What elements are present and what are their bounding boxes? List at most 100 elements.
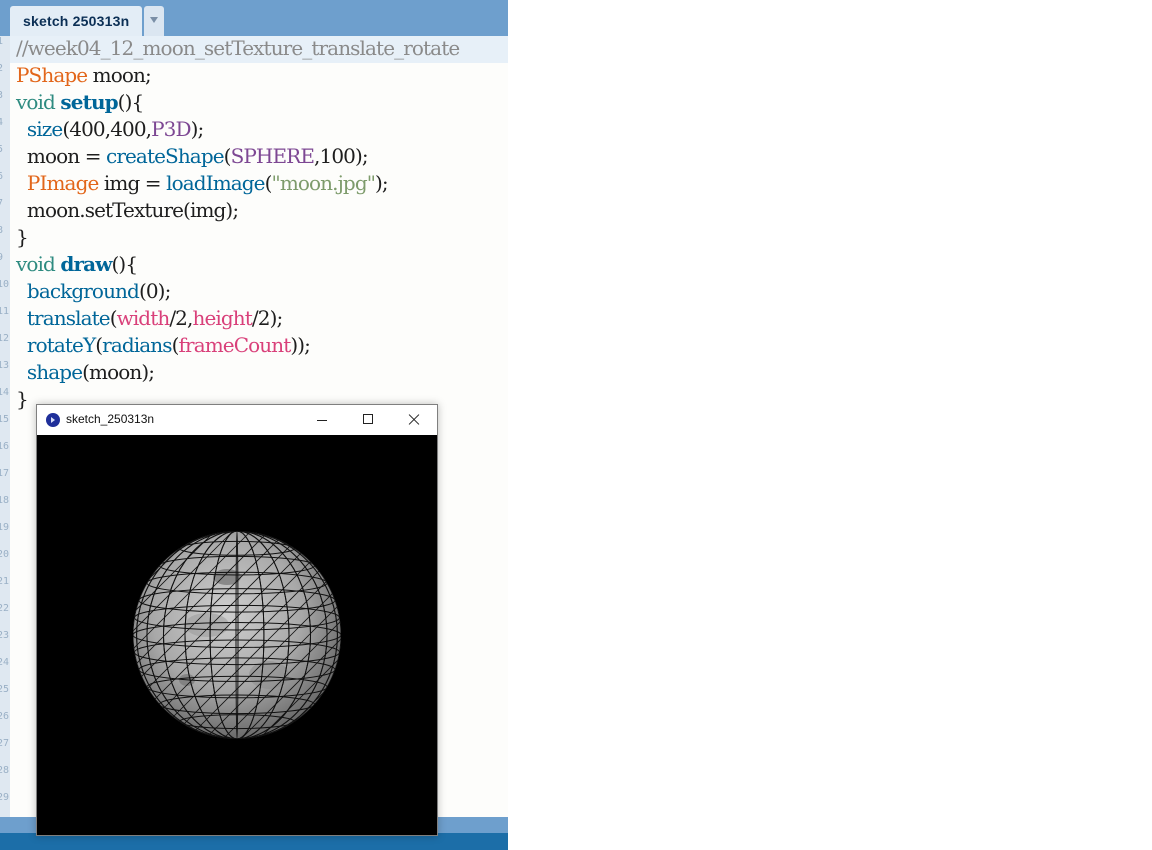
line-number: 8 (0, 225, 4, 236)
function-name: setup (60, 90, 118, 114)
code-line: //week04_12_moon_setTexture_translate_ro… (16, 36, 460, 63)
function-token: radians (102, 333, 172, 357)
keyword-token: void (16, 252, 56, 276)
moon-sphere (133, 531, 341, 739)
function-token: size (26, 117, 63, 141)
tab-menu-button[interactable] (144, 6, 164, 36)
window-title: sketch_250313n (66, 412, 155, 426)
line-number: 11 (0, 306, 10, 317)
line-number: 9 (0, 252, 4, 263)
line-number: 1 (0, 36, 4, 47)
sketch-canvas[interactable] (37, 435, 437, 835)
constant-token: SPHERE (230, 144, 315, 168)
code-text: ( (109, 306, 118, 330)
code-text: moon; (87, 63, 152, 87)
function-token: rotateY (26, 333, 96, 357)
line-number: 21 (0, 576, 10, 587)
code-text: img = (98, 171, 167, 195)
window-title-bar[interactable]: sketch_250313n (37, 405, 437, 435)
code-text: ( (223, 144, 232, 168)
code-text: ,100); (314, 144, 369, 168)
constant-token: P3D (151, 117, 191, 141)
code-line: } (16, 225, 29, 252)
string-token: "moon.jpg" (271, 171, 376, 195)
line-number: 29 (0, 792, 10, 803)
code-line: moon = createShape(SPHERE,100); (16, 144, 369, 171)
line-number: 12 (0, 333, 10, 344)
line-number: 28 (0, 765, 10, 776)
function-name: draw (60, 252, 112, 276)
tab-bar: sketch 250313n (0, 0, 508, 36)
function-token: background (26, 279, 140, 303)
line-number: 22 (0, 603, 10, 614)
line-number: 16 (0, 441, 10, 452)
function-token: translate (26, 306, 111, 330)
type-token: PImage (26, 171, 99, 195)
code-line: PShape moon; (16, 63, 152, 90)
keyword-token: void (16, 90, 56, 114)
processing-app-icon (46, 413, 60, 427)
line-number: 13 (0, 360, 10, 371)
code-text: ( (171, 333, 180, 357)
code-text: /2, (169, 306, 193, 330)
code-line: translate(width/2,height/2); (16, 306, 283, 333)
code-line: rotateY(radians(frameCount)); (16, 333, 311, 360)
tab-sketch[interactable]: sketch 250313n (10, 6, 142, 36)
code-text: } (16, 225, 29, 249)
line-number: 26 (0, 711, 10, 722)
line-number: 19 (0, 522, 10, 533)
code-text: ); (375, 171, 389, 195)
line-number: 18 (0, 495, 10, 506)
chevron-down-icon (150, 17, 158, 23)
line-number: 25 (0, 684, 10, 695)
tab-label: sketch 250313n (23, 13, 130, 29)
line-number: 2 (0, 63, 4, 74)
line-number: 5 (0, 144, 4, 155)
line-number: 7 (0, 198, 4, 209)
code-line: } (16, 387, 29, 414)
type-token: PShape (16, 63, 88, 87)
sketch-window[interactable]: sketch_250313n (36, 404, 438, 836)
minimize-button[interactable] (300, 405, 346, 435)
line-number: 3 (0, 90, 4, 101)
code-text: (400,400, (62, 117, 152, 141)
maximize-icon (363, 414, 373, 424)
moon-render (133, 531, 341, 739)
code-line: moon.setTexture(img); (16, 198, 239, 225)
code-text: /2); (251, 306, 283, 330)
line-number: 4 (0, 117, 4, 128)
code-text: } (16, 387, 29, 411)
builtin-variable-token: frameCount (178, 333, 292, 357)
function-token: shape (26, 360, 83, 384)
code-line: shape(moon); (16, 360, 155, 387)
code-text: (){ (111, 252, 139, 276)
code-line: void setup(){ (16, 90, 145, 117)
function-token: createShape (106, 144, 225, 168)
code-text: (){ (117, 90, 145, 114)
code-line: background(0); (16, 279, 171, 306)
builtin-variable-token: width (116, 306, 171, 330)
code-line: void draw(){ (16, 252, 139, 279)
code-text: (0); (138, 279, 171, 303)
code-text: ( (264, 171, 273, 195)
code-text: ); (190, 117, 205, 141)
builtin-variable-token: height (192, 306, 252, 330)
code-line: PImage img = loadImage("moon.jpg"); (16, 171, 389, 198)
code-text: (moon); (82, 360, 155, 384)
line-number: 24 (0, 657, 10, 668)
line-number: 20 (0, 549, 10, 560)
line-number: 17 (0, 468, 10, 479)
minimize-icon (317, 420, 327, 421)
code-text: )); (290, 333, 311, 357)
line-number: 15 (0, 414, 10, 425)
code-line: size(400,400,P3D); (16, 117, 205, 144)
line-number: 10 (0, 279, 10, 290)
close-button[interactable] (391, 405, 437, 435)
maximize-button[interactable] (345, 405, 391, 435)
function-token: loadImage (166, 171, 265, 195)
line-number: 6 (0, 171, 4, 182)
comment: //week04_12_moon_setTexture_translate_ro… (16, 36, 460, 60)
code-text: moon.setTexture(img); (26, 198, 239, 222)
line-number: 14 (0, 387, 10, 398)
line-number: 23 (0, 630, 10, 641)
